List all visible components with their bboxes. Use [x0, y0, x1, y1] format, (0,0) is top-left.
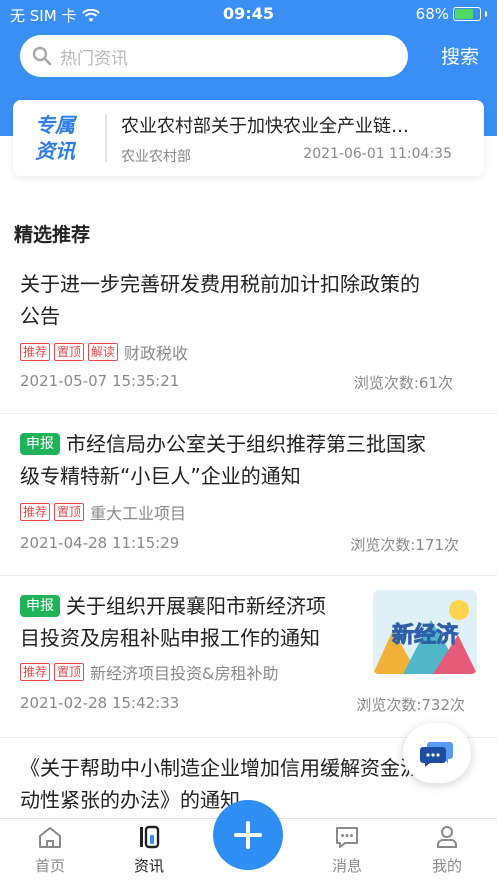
badge-line-2: 资讯	[35, 139, 75, 163]
divider	[0, 575, 497, 576]
section-title: 精选推荐	[14, 224, 91, 246]
article-category: 重大工业项目	[90, 504, 187, 523]
thumbnail-text: 新经济	[392, 622, 459, 648]
article-category: 财政税收	[124, 344, 189, 363]
article-tags: 推荐 置顶 重大工业项目	[20, 500, 186, 524]
article-date: 2021-05-07 15:35:21	[20, 372, 180, 390]
tag-recommend: 推荐	[20, 663, 51, 681]
tag-interpretation: 解读	[88, 343, 119, 361]
tab-home[interactable]: 首页	[20, 825, 80, 876]
home-icon	[39, 827, 61, 848]
tag-recommend: 推荐	[20, 503, 51, 521]
chat-float-button[interactable]	[403, 723, 471, 783]
tab-news-label: 资讯	[133, 857, 164, 875]
divider	[0, 413, 497, 414]
tag-recommend: 推荐	[20, 343, 51, 361]
tag-pinned: 置顶	[54, 663, 85, 681]
article-views: 浏览次数:61次	[353, 374, 453, 392]
news-icon	[140, 825, 160, 849]
search-placeholder: 热门资讯	[60, 48, 128, 69]
battery-percent: 68%	[415, 5, 449, 23]
message-icon	[336, 827, 358, 848]
article-views: 浏览次数:732次	[356, 696, 465, 714]
tag-pinned: 置顶	[54, 343, 85, 361]
featured-source: 农业农村部	[121, 149, 191, 165]
tag-pinned: 置顶	[54, 503, 85, 521]
user-icon	[437, 826, 457, 848]
tab-messages[interactable]: 消息	[317, 825, 377, 876]
add-button[interactable]	[213, 800, 283, 870]
exclusive-news-badge: 专属 资讯	[25, 112, 85, 166]
article-tags: 推荐 置顶 解读 财政税收	[20, 340, 188, 364]
article-views: 浏览次数:171次	[350, 536, 459, 554]
article-thumbnail: 新经济	[373, 590, 477, 674]
battery-indicator: 68%	[416, 5, 487, 23]
battery-icon	[453, 7, 481, 21]
article-tags: 推荐 置顶 新经济项目投资&房租补助	[20, 660, 279, 684]
tab-mine-label: 我的	[431, 857, 462, 875]
featured-title: 农业农村部关于加快农业全产业链…	[121, 116, 409, 137]
featured-news-card[interactable]: 专属 资讯 农业农村部关于加快农业全产业链… 农业农村部 2021-06-01 …	[13, 100, 484, 176]
article-date: 2021-04-28 11:15:29	[20, 534, 180, 552]
search-icon	[32, 46, 52, 66]
tab-home-label: 首页	[34, 857, 65, 875]
chat-icon	[420, 742, 453, 767]
article-title: 关于进一步完善研发费用税前加计扣除政策的 公告	[20, 272, 420, 328]
divider	[105, 114, 107, 162]
search-button[interactable]: 搜索	[441, 42, 479, 69]
badge-line-1: 专属	[35, 113, 75, 137]
article-title: 申报 市经信局办公室关于组织推荐第三批国家 级专精特新“小巨人”企业的通知	[20, 432, 426, 488]
tab-news[interactable]: 资讯	[119, 825, 179, 876]
article-title: 申报 关于组织开展襄阳市新经济项 目投资及房租补贴申报工作的通知	[20, 594, 326, 650]
tab-messages-label: 消息	[331, 857, 362, 875]
article-title: 《关于帮助中小制造企业增加信用缓解资金流 动性紧张的办法》的通知	[20, 756, 420, 812]
apply-badge: 申报	[20, 433, 60, 455]
search-input[interactable]: 热门资讯	[20, 35, 408, 77]
article-date: 2021-02-28 15:42:33	[20, 694, 180, 712]
status-bar: 无 SIM 卡 09:45 68%	[0, 0, 497, 28]
plus-icon	[234, 821, 262, 849]
tab-mine[interactable]: 我的	[417, 825, 477, 876]
featured-date: 2021-06-01 11:04:35	[303, 146, 452, 162]
apply-badge: 申报	[20, 595, 60, 617]
article-category: 新经济项目投资&房租补助	[90, 664, 279, 683]
